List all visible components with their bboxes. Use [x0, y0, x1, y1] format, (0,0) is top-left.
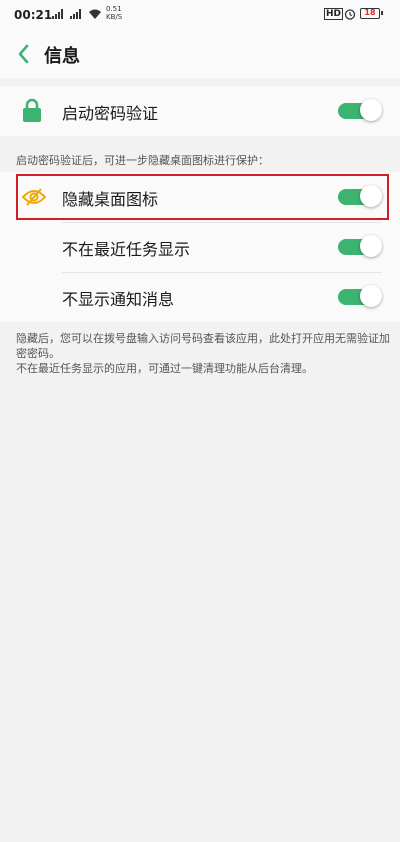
wifi-icon — [89, 9, 101, 19]
recent-tasks-toggle-knob — [360, 235, 382, 257]
alarm-icon — [344, 9, 356, 20]
password-toggle[interactable] — [338, 99, 382, 121]
notifications-toggle-knob — [360, 285, 382, 307]
net-speed-value: 0.51 — [106, 5, 122, 13]
cell-signal-icon — [52, 9, 63, 19]
password-card: 启动密码验证 — [0, 86, 400, 136]
footer-line-2: 不在最近任务显示的应用，可通过一键清理功能从后台清理。 — [16, 362, 313, 375]
option-label-recent-tasks: 不在最近任务显示 — [62, 240, 191, 259]
battery-indicator: 18 — [360, 8, 383, 19]
app-bar: 信息 — [0, 32, 400, 78]
option-row-notifications[interactable]: 不显示通知消息 — [0, 272, 400, 322]
cell-signal-2-icon — [70, 9, 81, 19]
recent-tasks-toggle[interactable] — [338, 235, 382, 257]
footer-line-1: 隐藏后，您可以在拨号盘输入访问号码查看该应用，此处打开应用无需验证加密密码。 — [16, 332, 390, 360]
status-time: 00:21 — [14, 8, 53, 22]
hd-badge: HD — [324, 8, 344, 20]
password-label: 启动密码验证 — [62, 104, 159, 123]
highlight-box — [16, 174, 389, 220]
option-label-notifications: 不显示通知消息 — [62, 290, 175, 309]
back-arrow-icon[interactable] — [12, 42, 36, 66]
option-row-recent-tasks[interactable]: 不在最近任务显示 — [0, 222, 400, 272]
section-hint: 启动密码验证后，可进一步隐藏桌面图标进行保护： — [16, 154, 269, 167]
page-title: 信息 — [44, 46, 80, 67]
password-toggle-knob — [360, 99, 382, 121]
net-speed-unit: KB/S — [106, 13, 123, 21]
password-row[interactable]: 启动密码验证 — [0, 86, 400, 136]
lock-icon — [23, 98, 41, 122]
net-speed: 0.51 KB/S — [106, 5, 122, 21]
notifications-toggle[interactable] — [338, 285, 382, 307]
status-bar: 00:21 0.51 KB/S HD 18 — [0, 0, 400, 32]
footer-note: 隐藏后，您可以在拨号盘输入访问号码查看该应用，此处打开应用无需验证加密密码。 不… — [16, 331, 392, 376]
